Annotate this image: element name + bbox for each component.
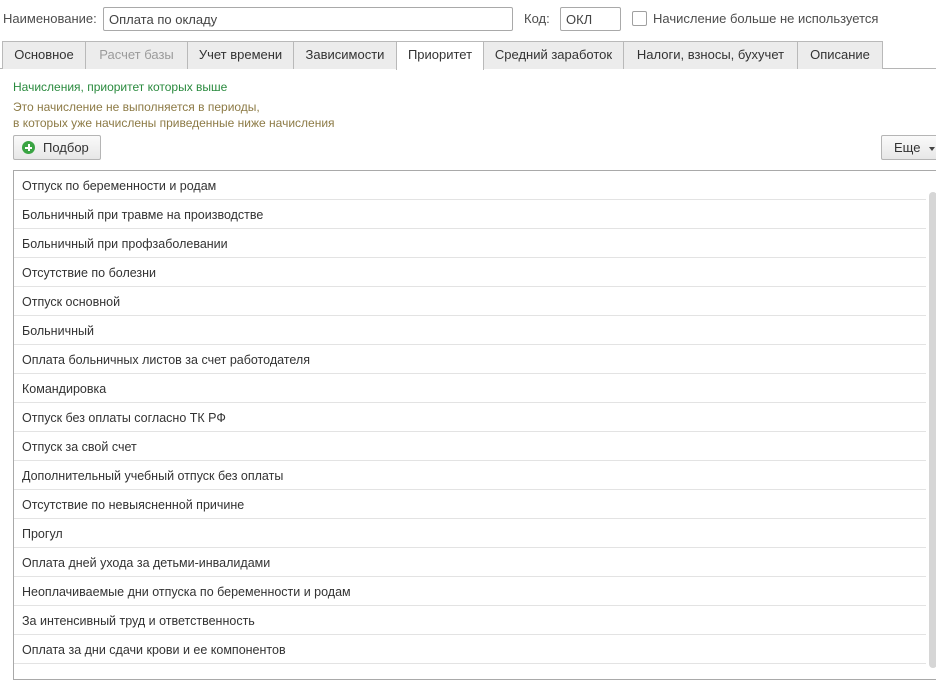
table-row[interactable]: Прогул [14,519,926,548]
table-row[interactable]: Неоплачиваемые дни отпуска по беременнос… [14,577,926,606]
table-row[interactable]: Отпуск за свой счет [14,432,926,461]
more-button-label: Еще [894,140,921,155]
table-row[interactable]: Больничный [14,316,926,345]
tab-dependencies[interactable]: Зависимости [293,41,397,69]
plus-circle-icon [22,141,35,154]
tab-time-tracking[interactable]: Учет времени [187,41,294,69]
pick-button-label: Подбор [43,140,89,155]
section-note-line-2: в которых уже начислены приведенные ниже… [13,116,335,130]
table-row[interactable]: Больничный при травме на производстве [14,200,926,229]
table-row[interactable]: Оплата больничных листов за счет работод… [14,345,926,374]
table-row[interactable]: Отпуск основной [14,287,926,316]
code-label: Код: [524,11,550,26]
tab-average-earnings[interactable]: Средний заработок [483,41,624,69]
tab-base-calculation[interactable]: Расчет базы [85,41,188,69]
chevron-down-icon [929,147,935,151]
tab-taxes-accounting[interactable]: Налоги, взносы, бухучет [623,41,798,69]
name-label: Наименование: [3,11,97,26]
tab-bar: Основное Расчет базы Учет времени Зависи… [0,41,936,70]
tab-priority[interactable]: Приоритет [396,41,484,70]
table-row[interactable]: Отсутствие по невыясненной причине [14,490,926,519]
table-row[interactable]: За интенсивный труд и ответственность [14,606,926,635]
header-row: Наименование: Оплата по окладу Код: ОКЛ … [0,0,936,40]
table-row[interactable]: Отсутствие по болезни [14,258,926,287]
unused-checkbox[interactable] [632,11,647,26]
table-row[interactable]: Оплата дней ухода за детьми-инвалидами [14,548,926,577]
table-row[interactable]: Оплата за дни сдачи крови и ее компонент… [14,635,926,664]
table-row[interactable]: Больничный при профзаболевании [14,229,926,258]
section-note-line-1: Это начисление не выполняется в периоды, [13,100,260,114]
section-heading: Начисления, приоритет которых выше [13,80,228,94]
table-row[interactable]: Командировка [14,374,926,403]
tab-description[interactable]: Описание [797,41,883,69]
unused-checkbox-label[interactable]: Начисление больше не используется [653,11,878,26]
code-field[interactable]: ОКЛ [560,7,621,31]
more-button[interactable]: Еще [881,135,936,160]
table-row[interactable]: Отпуск по беременности и родам [14,171,926,200]
tab-main[interactable]: Основное [2,41,86,69]
table-row[interactable]: Отпуск без оплаты согласно ТК РФ [14,403,926,432]
table-row[interactable]: Дополнительный учебный отпуск без оплаты [14,461,926,490]
name-field[interactable]: Оплата по окладу [103,7,513,31]
pick-button[interactable]: Подбор [13,135,101,160]
priority-accruals-table[interactable]: Отпуск по беременности и родам Больничны… [13,170,936,680]
table-scrollbar[interactable] [929,192,936,668]
